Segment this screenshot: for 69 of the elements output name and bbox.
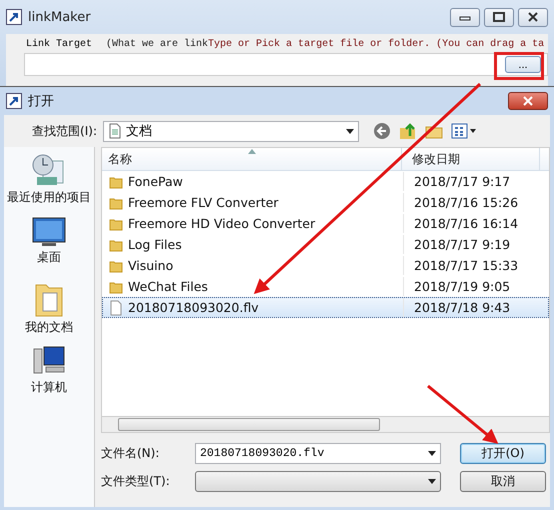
folder-icon — [109, 216, 123, 230]
document-icon — [108, 123, 122, 139]
modified-date: 2018/7/17 9:19 — [414, 237, 510, 252]
place-item[interactable]: 桌面 — [32, 217, 66, 273]
folder-icon — [109, 196, 123, 210]
cancel-button[interactable]: 取消 — [460, 471, 546, 492]
look-in-dropdown[interactable]: 文档 — [103, 120, 359, 142]
file-row[interactable]: WeChat Files 2018/7/19 9:05 — [102, 276, 549, 297]
modified-date: 2018/7/17 9:17 — [414, 174, 510, 189]
file-name: Freemore FLV Converter — [128, 195, 278, 210]
folder-icon — [109, 280, 123, 294]
caret-icon — [346, 128, 354, 134]
file-type-label: 文件类型(T): — [101, 473, 171, 490]
back-icon[interactable] — [373, 122, 391, 140]
horizontal-scrollbar[interactable] — [101, 417, 550, 433]
file-name: 20180718093020.flv — [128, 300, 259, 315]
file-name: Log Files — [128, 237, 182, 252]
look-in-value: 文档 — [126, 123, 152, 140]
link-target-note: (What we are link — [106, 39, 208, 50]
modified-date: 2018/7/19 9:05 — [414, 279, 510, 294]
window-title: linkMaker — [28, 10, 91, 24]
folder-icon — [109, 238, 123, 252]
caret-icon — [428, 479, 436, 484]
file-row[interactable]: FonePaw 2018/7/17 9:17 — [102, 171, 549, 192]
close-button[interactable] — [508, 92, 548, 110]
annotation-arrow — [427, 384, 498, 444]
modified-date: 2018/7/16 15:26 — [414, 195, 518, 210]
folder-icon — [109, 258, 123, 272]
up-folder-icon[interactable] — [399, 122, 417, 140]
file-name: FonePaw — [128, 174, 183, 189]
file-name: Freemore HD Video Converter — [128, 216, 316, 231]
file-row[interactable]: Freemore FLV Converter 2018/7/16 15:26 — [102, 192, 549, 213]
file-icon — [109, 300, 123, 316]
browse-button[interactable]: ... — [505, 56, 541, 73]
dialog-title: 打开 — [28, 93, 54, 110]
link-target-label: Link Target — [26, 39, 92, 50]
file-row[interactable]: Visuino 2018/7/17 15:33 — [102, 255, 549, 276]
view-menu-icon[interactable] — [451, 123, 477, 139]
modified-date: 2018/7/17 15:33 — [414, 258, 518, 273]
close-icon — [522, 96, 534, 106]
close-button[interactable] — [518, 8, 548, 26]
link-target-hint: Type or Pick a target file or folder. (You can drag a ta — [208, 39, 544, 50]
place-item[interactable]: 计算机 — [31, 345, 67, 401]
folder-icon — [109, 174, 123, 188]
close-icon — [527, 12, 539, 22]
column-header[interactable]: 名称 — [102, 148, 402, 170]
file-name: WeChat Files — [128, 279, 208, 294]
minimize-button[interactable] — [450, 8, 480, 26]
monitor-icon — [32, 217, 66, 247]
modified-date: 2018/7/18 9:43 — [414, 300, 510, 315]
file-type-dropdown[interactable] — [195, 471, 441, 492]
place-item[interactable]: 最近使用的项目 — [7, 153, 91, 209]
look-in-label: 查找范围(I): — [31, 122, 98, 140]
open-button[interactable]: 打开(O) — [460, 443, 546, 464]
column-header[interactable]: 修改日期 — [402, 148, 540, 170]
file-row[interactable]: Freemore HD Video Converter 2018/7/16 16:14 — [102, 213, 549, 234]
maximize-icon — [493, 12, 505, 22]
maximize-button[interactable] — [484, 8, 514, 26]
place-item[interactable]: 我的文档 — [25, 281, 73, 337]
sort-caret-icon — [248, 149, 256, 154]
highlight-frame — [494, 52, 544, 80]
file-row[interactable]: 20180718093020.flv 2018/7/18 9:43 — [102, 297, 549, 318]
file-name: Visuino — [128, 258, 174, 273]
caret-icon — [428, 451, 436, 456]
modified-date: 2018/7/16 16:14 — [414, 216, 518, 231]
link-target-field[interactable]: ... — [24, 53, 548, 76]
file-name-field[interactable]: 20180718093020.flv — [195, 443, 441, 464]
file-row[interactable]: Log Files 2018/7/17 9:19 — [102, 234, 549, 255]
file-name-label: 文件名(N): — [101, 445, 160, 462]
